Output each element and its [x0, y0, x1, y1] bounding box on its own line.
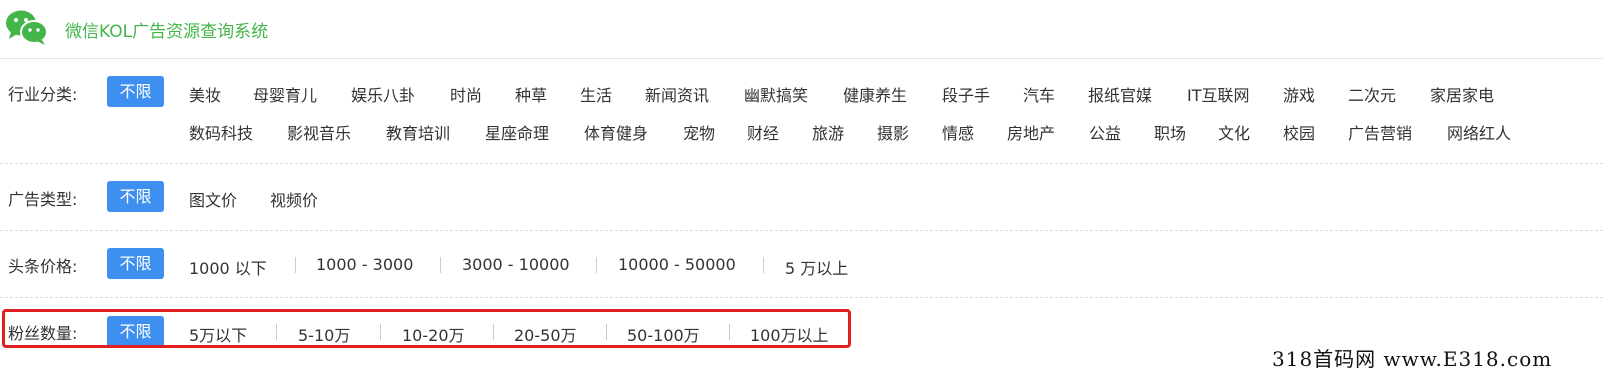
industry-option[interactable]: 数码科技 [189, 120, 253, 144]
industry-option[interactable]: 教育培训 [386, 120, 450, 144]
option-separator [596, 257, 597, 273]
headline-price-all-button[interactable]: 不限 [107, 248, 164, 279]
price-option[interactable]: 1000 - 3000 [316, 255, 413, 274]
industry-option[interactable]: 新闻资讯 [645, 82, 709, 106]
industry-option[interactable]: 网络红人 [1447, 120, 1511, 144]
option-separator [763, 257, 764, 273]
industry-option[interactable]: 职场 [1154, 120, 1186, 144]
ad-type-filter-label: 广告类型: [8, 190, 78, 209]
industry-filter-label: 行业分类: [8, 85, 78, 104]
industry-option[interactable]: 影视音乐 [287, 120, 351, 144]
option-separator [440, 257, 441, 273]
industry-option[interactable]: 星座命理 [485, 120, 549, 144]
industry-option[interactable]: 情感 [942, 120, 974, 144]
ad-type-all-button[interactable]: 不限 [107, 181, 164, 212]
industry-option[interactable]: 家居家电 [1430, 82, 1494, 106]
industry-option[interactable]: 二次元 [1348, 82, 1396, 106]
ad-type-option[interactable]: 视频价 [270, 187, 318, 211]
industry-option[interactable]: 娱乐八卦 [351, 82, 415, 106]
industry-option[interactable]: 财经 [747, 120, 779, 144]
industry-option[interactable]: 校园 [1283, 120, 1315, 144]
industry-option[interactable]: 摄影 [877, 120, 909, 144]
row-divider [0, 297, 1603, 298]
industry-option[interactable]: 文化 [1218, 120, 1250, 144]
industry-option[interactable]: 美妆 [189, 82, 221, 106]
headline-price-filter-label: 头条价格: [8, 257, 78, 276]
row-divider [0, 230, 1603, 231]
industry-option[interactable]: 时尚 [450, 82, 482, 106]
industry-option[interactable]: 公益 [1089, 120, 1121, 144]
industry-option[interactable]: 生活 [580, 82, 612, 106]
wechat-logo-icon [6, 10, 48, 45]
app-title: 微信KOL广告资源查询系统 [65, 22, 269, 42]
industry-option[interactable]: 种草 [515, 82, 547, 106]
price-option[interactable]: 5 万以上 [785, 255, 848, 279]
option-separator [295, 257, 296, 273]
industry-option[interactable]: IT互联网 [1187, 82, 1250, 106]
industry-option[interactable]: 汽车 [1023, 82, 1055, 106]
industry-option[interactable]: 体育健身 [584, 120, 648, 144]
price-option[interactable]: 10000 - 50000 [618, 255, 736, 274]
industry-all-button[interactable]: 不限 [107, 76, 164, 107]
fans-row-highlight [2, 309, 851, 348]
industry-option[interactable]: 旅游 [812, 120, 844, 144]
industry-option[interactable]: 广告营销 [1348, 120, 1412, 144]
row-divider [0, 163, 1603, 164]
ad-type-option[interactable]: 图文价 [189, 187, 237, 211]
industry-option[interactable]: 幽默搞笑 [744, 82, 808, 106]
industry-option[interactable]: 段子手 [942, 82, 990, 106]
industry-option[interactable]: 报纸官媒 [1088, 82, 1152, 106]
watermark-text: 318首码网 www.E318.com [1272, 347, 1553, 371]
price-option[interactable]: 1000 以下 [189, 255, 267, 279]
industry-option[interactable]: 房地产 [1007, 120, 1055, 144]
industry-option[interactable]: 健康养生 [843, 82, 907, 106]
app-header: 微信KOL广告资源查询系统 [0, 0, 1603, 59]
industry-option[interactable]: 宠物 [683, 120, 715, 144]
industry-option[interactable]: 母婴育儿 [253, 82, 317, 106]
industry-option[interactable]: 游戏 [1283, 82, 1315, 106]
price-option[interactable]: 3000 - 10000 [462, 255, 570, 274]
